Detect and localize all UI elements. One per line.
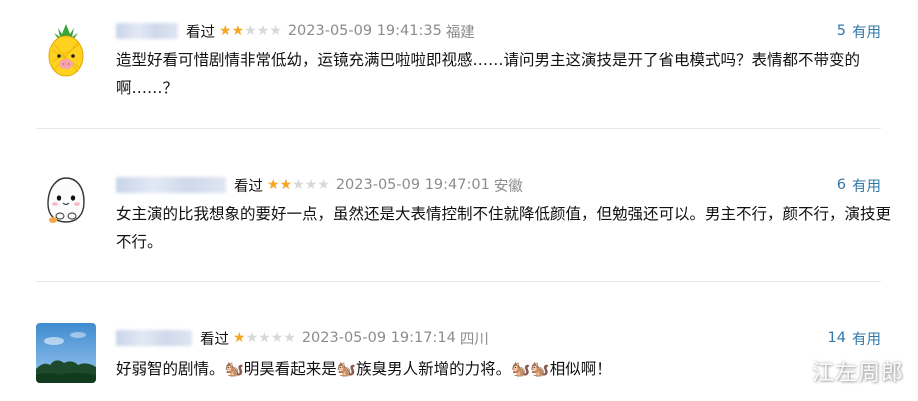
review-location: 四川 [459,331,489,348]
watch-status: 看过 [200,331,229,348]
rating-stars: ★ ★ ★ ★ ★ [233,331,296,345]
divider [36,128,881,129]
star-icon: ★ [231,23,245,39]
vote-area: 6 有用 [837,174,881,196]
star-icon: ★ [270,330,284,346]
review-content: 女主演的比我想象的要好一点，虽然还是大表情控制不住就降低颜值，但勉强还可以。男主… [116,205,892,251]
star-icon: ★ [279,177,293,193]
star-icon: ★ [292,177,305,193]
divider [36,281,881,282]
star-icon: ★ [258,330,271,346]
watermark: 江左周郎 [811,361,904,386]
review-content: 好弱智的剧情。🐿️明昊看起来是🐿️族臭男人新增的力将。🐿️🐿️相似啊！ [116,360,612,378]
review-time: 2023-05-09 19:41:35 [287,23,442,39]
star-icon: ★ [256,23,270,39]
vote-count: 5 [836,23,846,39]
sky-photo-avatar-icon[interactable] [36,323,96,383]
vote-area: 14 有用 [828,327,881,349]
review-meta: 看过 ★ ★ ★ ★ ★ 2023-05-09 19:17:14 四川 [116,327,489,349]
star-icon: ★ [244,23,257,39]
mochi-ghost-avatar-icon[interactable] [36,170,96,230]
star-icon: ★ [304,177,318,193]
review-meta: 看过 ★ ★ ★ ★ ★ 2023-05-09 19:41:35 福建 [116,20,475,42]
vote-count: 14 [827,330,846,346]
star-icon: ★ [269,23,282,39]
useful-vote-button[interactable]: 有用 [852,21,881,42]
star-icon: ★ [267,177,280,193]
star-icon: ★ [245,330,259,346]
username-blurred[interactable] [116,177,226,193]
star-icon: ★ [233,330,246,346]
review-time: 2023-05-09 19:47:01 [335,177,490,193]
review-time: 2023-05-09 19:17:14 [301,330,456,346]
rating-stars: ★ ★ ★ ★ ★ [219,24,282,38]
star-icon: ★ [317,177,330,193]
watch-status: 看过 [186,24,215,41]
star-icon: ★ [283,330,296,346]
vote-area: 5 有用 [837,20,881,42]
useful-vote-button[interactable]: 有用 [852,175,881,196]
review-location: 安徽 [493,178,523,195]
review-content: 造型好看可惜剧情非常低幼，运镜充满巴啦啦即视感……请问男主这演技是开了省电模式吗… [116,51,861,97]
pineapple-avatar-icon[interactable] [36,20,96,80]
rating-stars: ★ ★ ★ ★ ★ [267,178,330,192]
review-meta: 看过 ★ ★ ★ ★ ★ 2023-05-09 19:47:01 安徽 [116,174,523,196]
watch-status: 看过 [234,178,263,195]
username-blurred[interactable] [116,23,178,39]
review-location: 福建 [445,24,475,41]
star-icon: ★ [219,23,232,39]
username-blurred[interactable] [116,330,192,346]
useful-vote-button[interactable]: 有用 [852,328,881,349]
vote-count: 6 [836,177,846,193]
